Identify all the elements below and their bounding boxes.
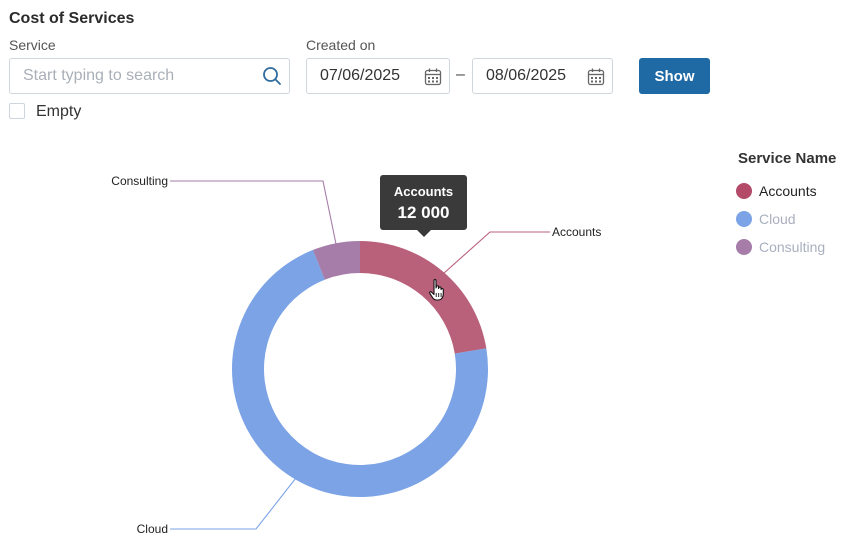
donut-slice-accounts[interactable]	[360, 241, 487, 354]
service-label: Service	[9, 37, 56, 53]
search-icon[interactable]	[262, 66, 282, 86]
slice-label: Consulting	[111, 174, 168, 188]
hand-cursor-icon	[429, 279, 444, 301]
empty-checkbox[interactable]	[9, 103, 25, 119]
legend-label: Consulting	[759, 239, 826, 255]
tooltip-name: Accounts	[393, 184, 454, 199]
chart-tooltip: Accounts 12 000	[380, 175, 467, 237]
legend-item-consulting[interactable]: Consulting	[736, 238, 825, 256]
service-search-input[interactable]	[9, 58, 290, 94]
created-on-label: Created on	[306, 37, 376, 53]
tooltip-value: 12 000	[397, 203, 450, 222]
legend-label: Cloud	[759, 211, 796, 227]
show-button[interactable]: Show	[639, 58, 710, 94]
legend-title: Service Name	[738, 150, 837, 167]
label-connector	[433, 231, 550, 283]
calendar-icon[interactable]	[586, 67, 606, 87]
legend-label: Accounts	[759, 183, 817, 199]
donut-chart: Accounts Cloud Consulting	[111, 174, 601, 536]
label-connector	[170, 467, 305, 530]
label-connector	[170, 180, 340, 258]
legend-marker	[736, 211, 752, 227]
slice-label: Cloud	[137, 522, 168, 536]
legend-item-cloud[interactable]: Cloud	[736, 210, 796, 228]
calendar-icon[interactable]	[423, 67, 443, 87]
page-title: Cost of Services	[9, 10, 135, 27]
slice-label: Accounts	[552, 225, 601, 239]
empty-checkbox-label: Empty	[36, 103, 82, 120]
date-separator: –	[456, 66, 465, 83]
legend-marker	[736, 239, 752, 255]
legend-marker	[736, 183, 752, 199]
legend-item-accounts[interactable]: Accounts	[736, 182, 817, 200]
